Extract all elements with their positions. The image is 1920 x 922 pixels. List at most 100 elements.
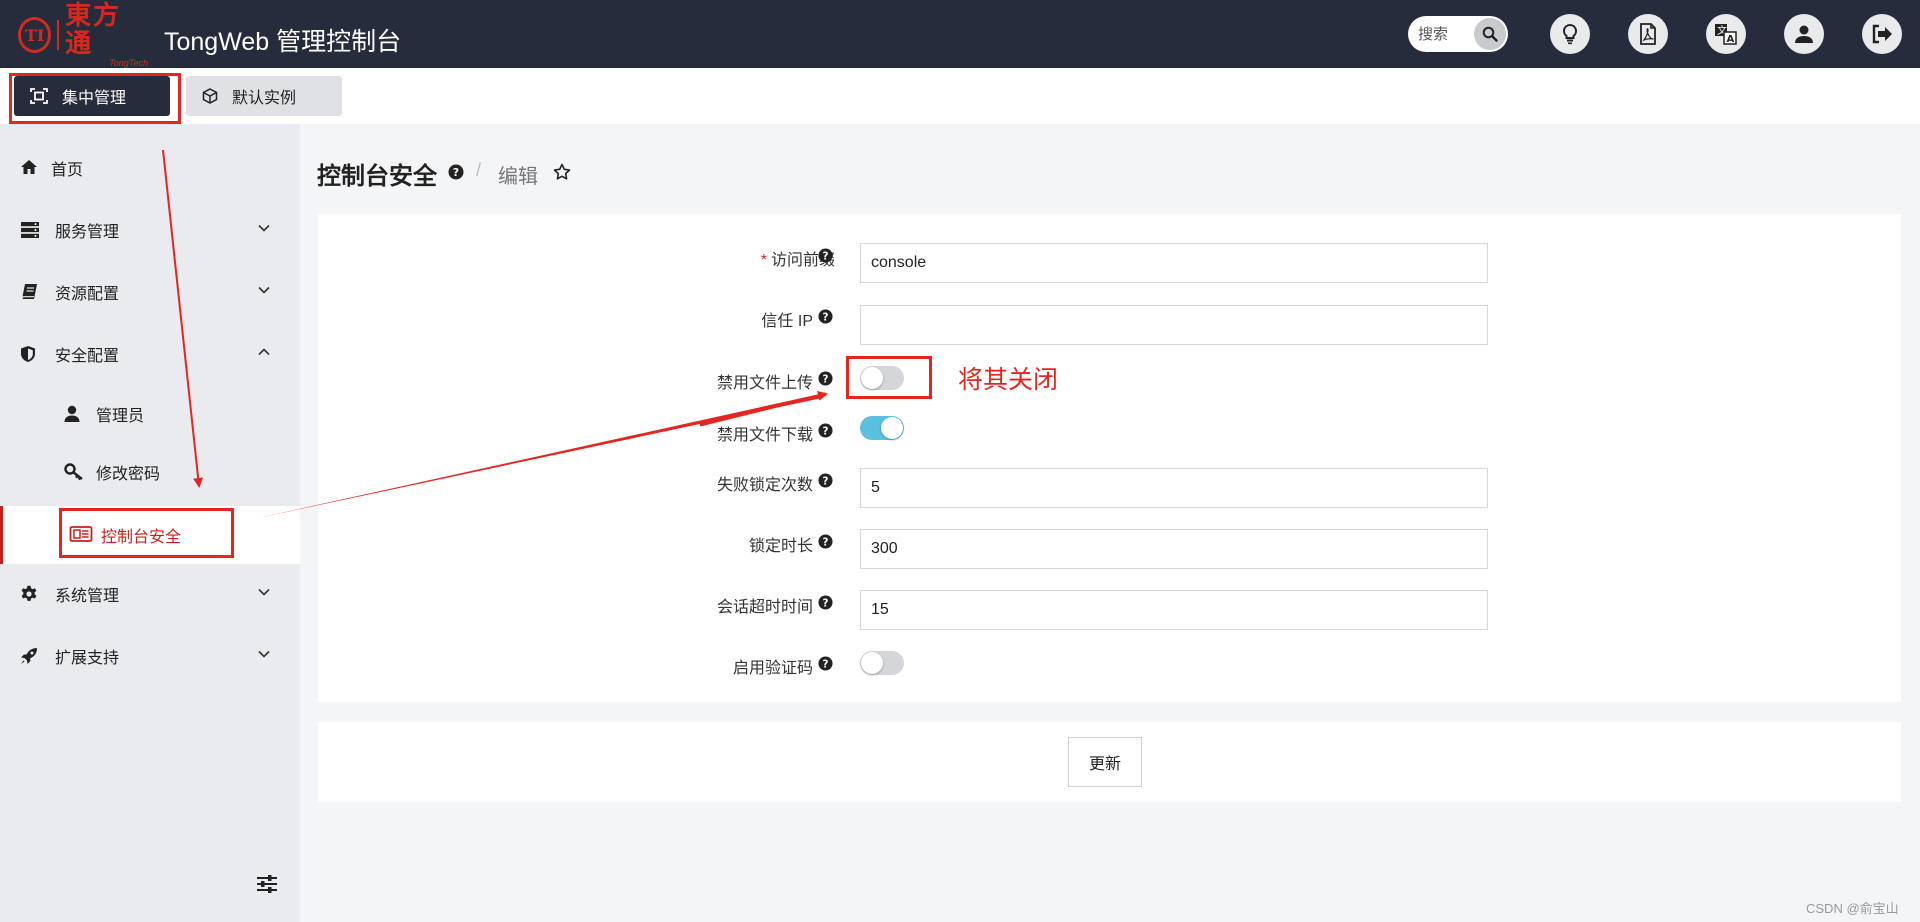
field-label-session-timeout: 会话超时时间 (716, 599, 813, 616)
breadcrumb-edit: 编辑 (498, 166, 538, 188)
help-icon[interactable]: ? (448, 164, 464, 180)
failed-lock-count-input[interactable] (860, 468, 1488, 508)
settings-sliders-icon[interactable] (256, 874, 278, 894)
tab-bar: 集中管理 默认实例 (0, 68, 1920, 124)
search-icon (1482, 26, 1498, 42)
pdf-button[interactable] (1628, 14, 1668, 54)
trusted-ip-input[interactable] (860, 305, 1488, 345)
app-title: TongWeb 管理控制台 (164, 28, 402, 56)
svg-text:?: ? (823, 425, 829, 437)
server-icon (21, 222, 39, 238)
logo-cn: 東方通 (65, 1, 122, 59)
top-bar: TI 東方通 TongTech TongWeb 管理控制台 文A (0, 0, 1920, 68)
sidebar-item-label: 控制台安全 (101, 529, 182, 546)
user-icon (64, 405, 80, 422)
sidebar-item-label: 资源配置 (55, 286, 120, 303)
field-label-disable-upload: 禁用文件上传 (716, 375, 813, 392)
help-icon[interactable]: ? (818, 309, 833, 324)
tab-central-manage[interactable]: 集中管理 (14, 76, 170, 116)
sidebar-item-console-security[interactable]: 控制台安全 (0, 506, 300, 564)
help-icon[interactable]: ? (818, 595, 833, 610)
sidebar-item-extension[interactable]: 扩展支持 (0, 628, 300, 684)
tips-button[interactable] (1550, 14, 1590, 54)
sidebar-item-label: 扩展支持 (55, 650, 120, 667)
required-mark: * (760, 252, 767, 269)
search-input[interactable] (1418, 25, 1470, 43)
account-button[interactable] (1784, 14, 1824, 54)
enable-captcha-toggle[interactable] (860, 651, 904, 675)
sidebar-item-label: 管理员 (96, 408, 145, 425)
help-icon[interactable]: ? (818, 423, 833, 438)
logout-button[interactable] (1862, 14, 1902, 54)
lightbulb-icon (1562, 23, 1578, 45)
search-button[interactable] (1474, 18, 1506, 50)
logo-mark: TI (18, 17, 52, 53)
field-label-failed-lock-count: 失败锁定次数 (716, 477, 813, 494)
console-icon (69, 526, 93, 542)
help-icon[interactable]: ? (818, 656, 833, 671)
sidebar: 首页 服务管理 资源配置 安全配置 管理员 修改密码 控制台安全 系统管理 扩展… (0, 124, 300, 922)
sidebar-item-home[interactable]: 首页 (0, 140, 300, 196)
session-timeout-input[interactable] (860, 590, 1488, 630)
logo[interactable]: TI 東方通 TongTech (18, 2, 148, 68)
svg-text:?: ? (823, 250, 829, 262)
logo-text: 東方通 TongTech (65, 2, 148, 68)
sidebar-item-label: 安全配置 (55, 348, 120, 365)
disable-upload-toggle[interactable] (860, 366, 904, 390)
access-prefix-input[interactable] (860, 243, 1488, 283)
sidebar-item-service[interactable]: 服务管理 (0, 202, 300, 258)
book-icon (21, 284, 37, 300)
svg-text:?: ? (453, 166, 459, 179)
svg-text:?: ? (823, 597, 829, 609)
sidebar-item-label: 服务管理 (55, 224, 120, 241)
help-icon[interactable]: ? (818, 473, 833, 488)
sidebar-item-label: 首页 (51, 162, 84, 179)
sidebar-item-label: 修改密码 (96, 466, 161, 483)
sidebar-item-change-password[interactable]: 修改密码 (0, 444, 300, 500)
rocket-icon (21, 648, 37, 664)
sidebar-item-security[interactable]: 安全配置 (0, 326, 300, 382)
help-icon[interactable]: ? (818, 248, 833, 263)
translate-icon: 文A (1715, 24, 1737, 45)
search-box (1408, 16, 1508, 52)
pdf-icon (1640, 23, 1656, 45)
sidebar-item-admin[interactable]: 管理员 (0, 386, 300, 442)
toggle-knob (861, 652, 883, 674)
toggle-knob (881, 417, 903, 439)
tab-label: 集中管理 (62, 90, 127, 107)
chevron-down-icon (258, 224, 270, 232)
update-button[interactable]: 更新 (1068, 737, 1142, 787)
logo-en: TongTech (109, 58, 148, 68)
logout-icon (1872, 24, 1892, 44)
breadcrumb-separator: / (476, 160, 482, 180)
svg-text:?: ? (823, 536, 829, 548)
home-icon (21, 160, 37, 174)
lock-duration-input[interactable] (860, 529, 1488, 569)
tab-label: 默认实例 (232, 90, 297, 107)
field-label-enable-captcha: 启用验证码 (732, 660, 813, 677)
chevron-down-icon (258, 588, 270, 596)
svg-text:?: ? (823, 475, 829, 487)
svg-text:?: ? (823, 311, 829, 323)
help-icon[interactable]: ? (818, 534, 833, 549)
sidebar-item-label: 系统管理 (55, 588, 120, 605)
help-icon[interactable]: ? (818, 371, 833, 386)
user-icon (1795, 25, 1813, 43)
watermark: CSDN @俞宝山 (1806, 901, 1899, 916)
cube-icon (202, 88, 218, 104)
disable-download-toggle[interactable] (860, 416, 904, 440)
svg-text:?: ? (823, 373, 829, 385)
star-icon[interactable] (553, 163, 571, 181)
sidebar-item-resource[interactable]: 资源配置 (0, 264, 300, 320)
field-label-disable-download: 禁用文件下载 (716, 427, 813, 444)
chevron-down-icon (258, 286, 270, 294)
tab-default-instance[interactable]: 默认实例 (186, 76, 342, 116)
toggle-knob (861, 367, 883, 389)
svg-text:?: ? (823, 658, 829, 670)
sidebar-item-system[interactable]: 系统管理 (0, 566, 300, 622)
field-label-lock-duration: 锁定时长 (748, 538, 813, 555)
chevron-up-icon (258, 348, 270, 356)
shield-icon (21, 346, 35, 362)
gear-icon (21, 585, 37, 601)
language-button[interactable]: 文A (1706, 14, 1746, 54)
